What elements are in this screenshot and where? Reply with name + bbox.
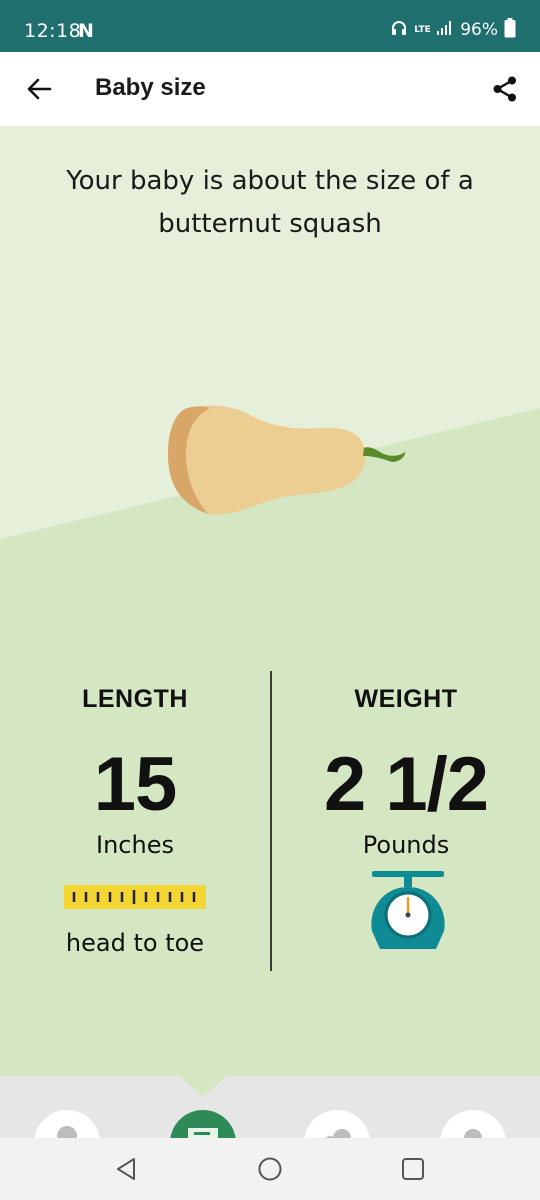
share-button[interactable] [486,70,524,108]
headphones-icon [390,19,408,41]
recents-nav-icon[interactable] [399,1155,427,1183]
length-value: 15 [93,742,178,827]
weight-unit: Pounds [362,831,450,859]
size-comparison-line-1: Your baby is about the size of a [66,166,474,196]
arrow-left-icon [27,78,52,100]
status-time: 12:18 [24,20,82,42]
tab-3[interactable] [304,1110,370,1138]
home-nav-icon[interactable] [256,1155,284,1183]
bottom-tab-bar [0,1076,540,1138]
tab-4[interactable] [440,1110,506,1138]
battery-icon [504,18,516,42]
baby-size-content: Your baby is about the size of a buttern… [0,126,540,1076]
status-bar: 12:18 N LTE 96% [0,0,540,52]
share-icon [493,76,516,102]
stats-panel: LENGTH 15 Inches head to toe WEIGHT 2 1/… [0,671,540,971]
size-comparison-line-2: butternut squash [158,209,382,239]
tab-1-icon [57,1126,77,1138]
lte-icon: LTE [414,24,431,35]
tab-2[interactable] [170,1110,236,1138]
size-comparison-text: Your baby is about the size of a buttern… [0,160,540,246]
system-navigation-bar [0,1138,540,1200]
tab-2-icon [188,1128,218,1138]
tab-4-icon [464,1129,482,1138]
tab-1[interactable] [34,1110,100,1138]
ruler-icon [64,885,206,909]
tab-3-icon [325,1129,351,1138]
signal-icon [436,20,454,40]
netflix-notification-icon: N [78,20,94,42]
scale-icon [371,871,445,949]
length-unit: Inches [96,831,174,859]
butternut-squash-image [168,405,406,515]
page-title: Baby size [95,74,206,101]
active-tab-indicator [178,1076,228,1097]
weight-value: 2 1/2 [323,742,489,827]
status-indicators: LTE 96% [390,17,516,43]
app-bar: Baby size [0,52,540,126]
battery-percent: 96% [460,20,498,40]
length-description: head to toe [65,929,205,957]
length-label: LENGTH [82,685,188,713]
back-nav-icon[interactable] [112,1155,140,1183]
back-button[interactable] [20,70,58,108]
weight-label: WEIGHT [354,685,458,713]
